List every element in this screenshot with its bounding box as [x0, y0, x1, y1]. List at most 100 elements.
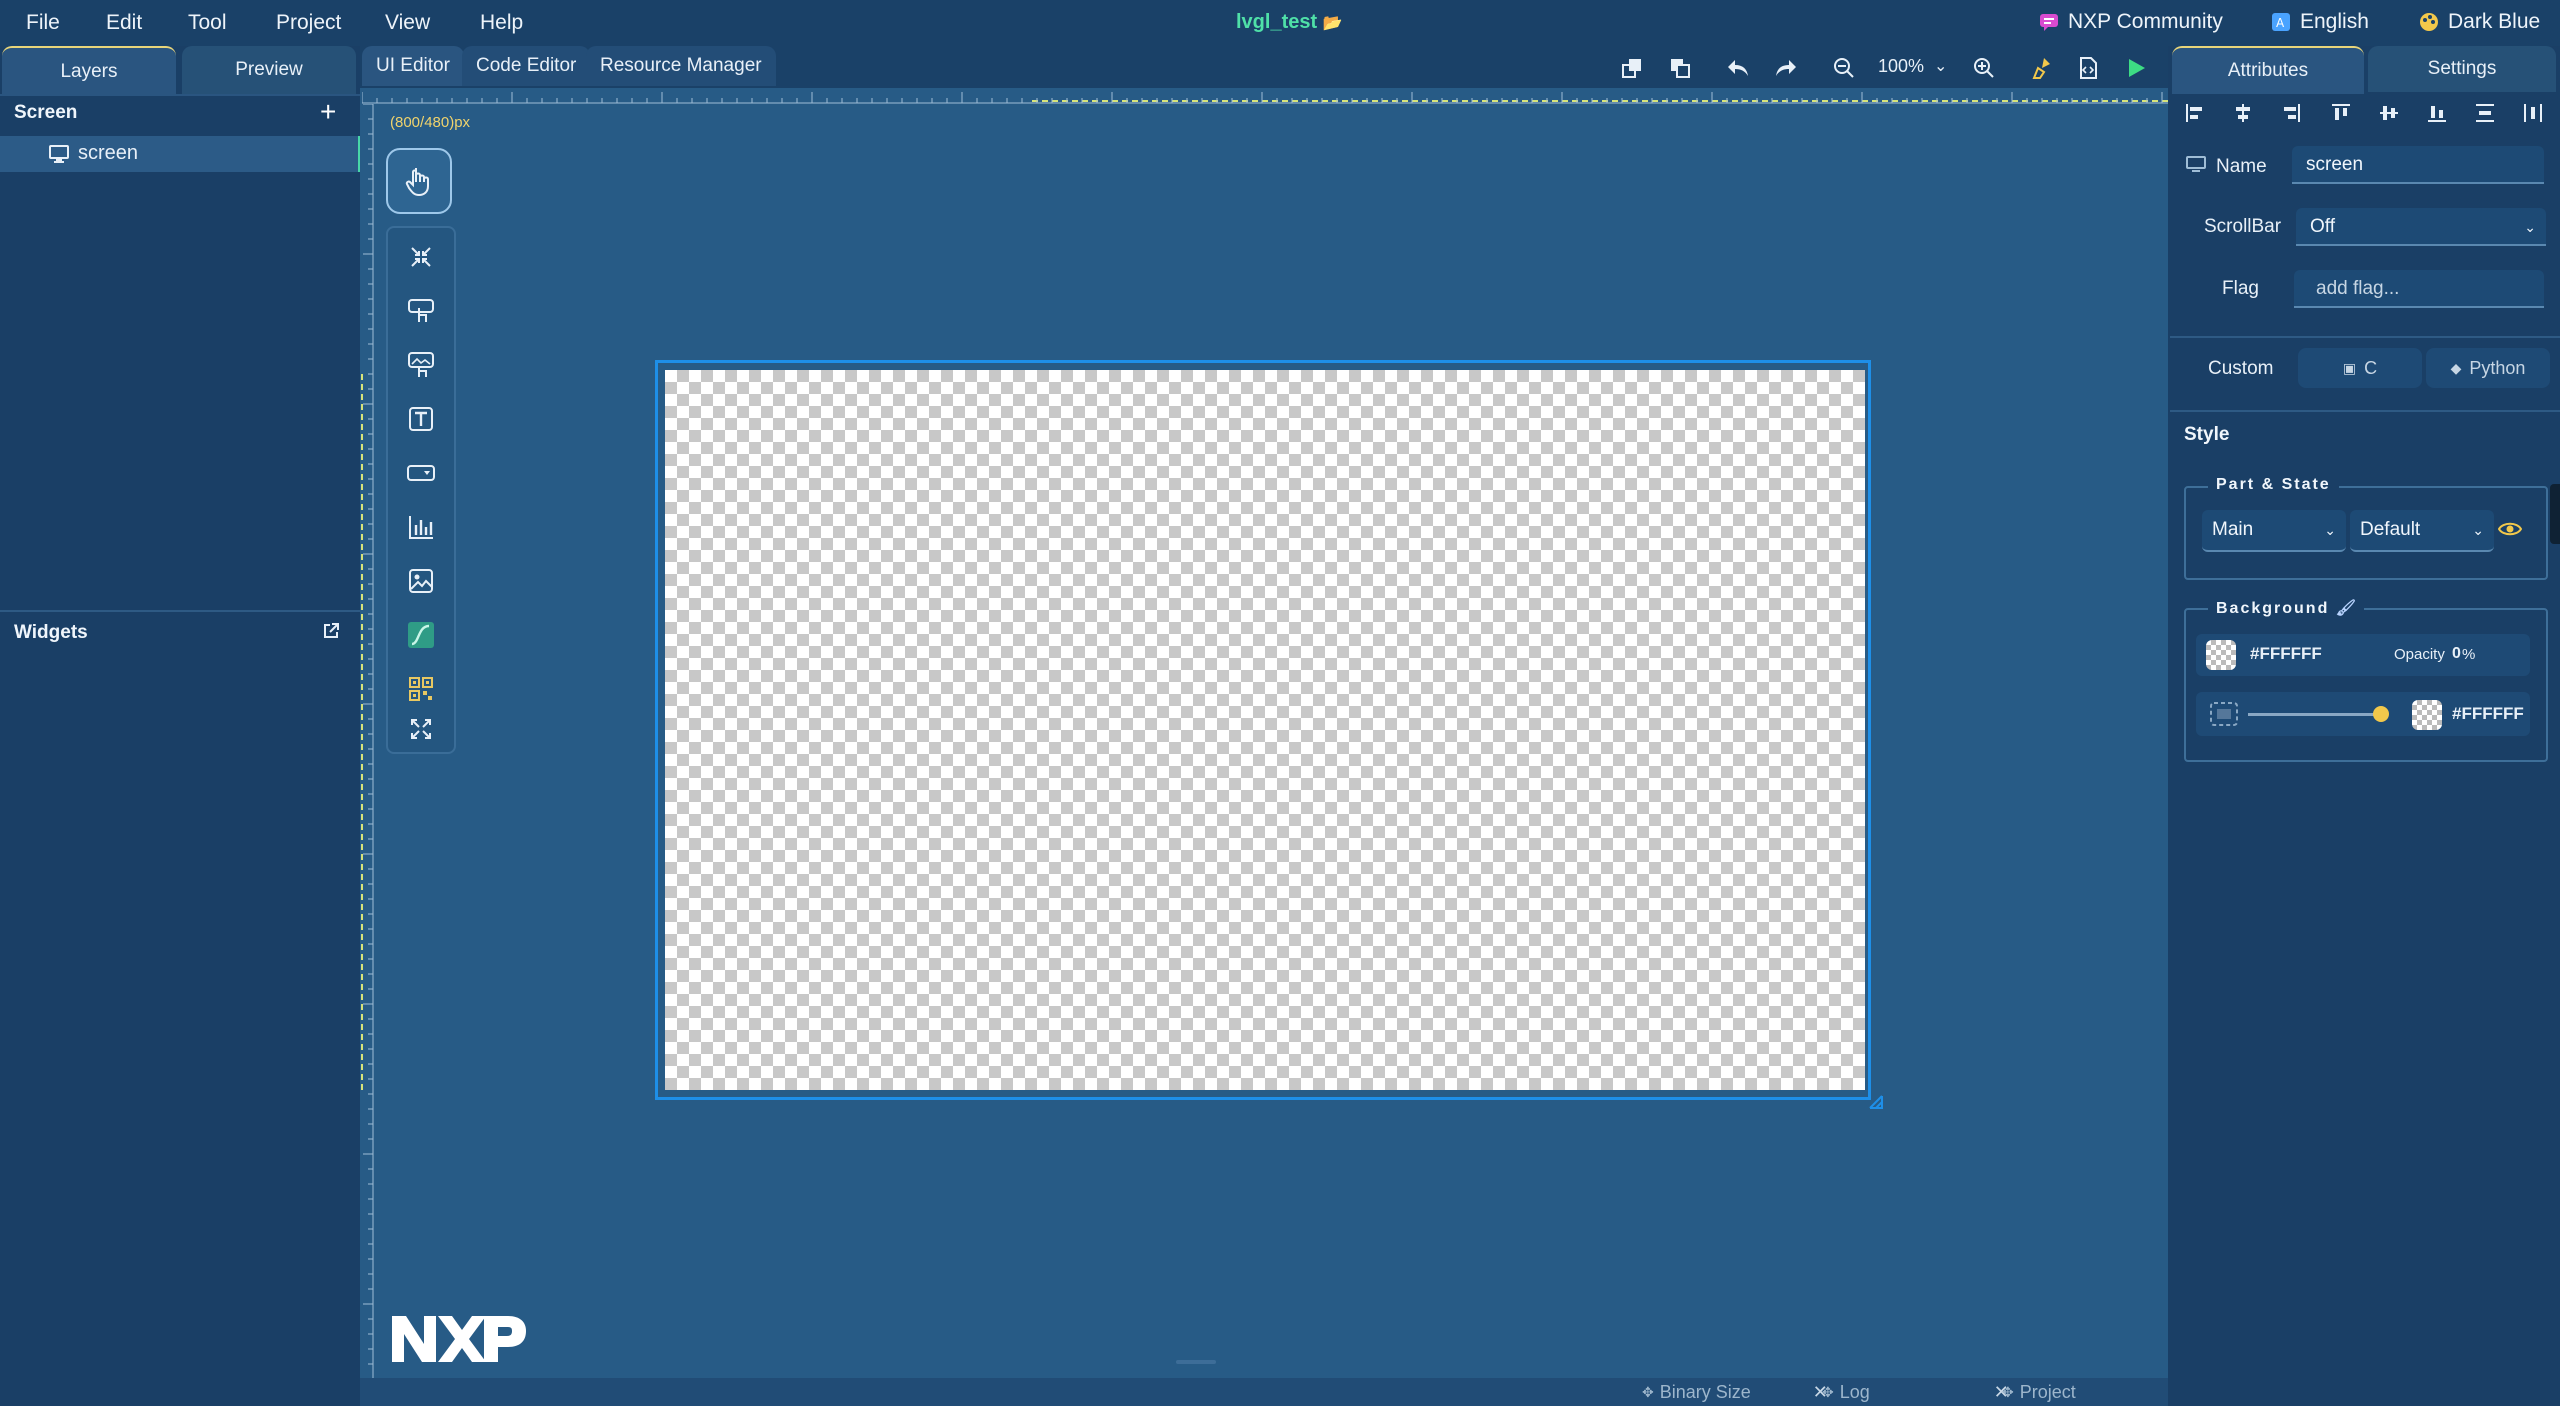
send-back-icon[interactable]: [1664, 52, 1696, 84]
theme-label: Dark Blue: [2448, 10, 2541, 33]
widgets-divider: [0, 610, 360, 612]
custom-c-button[interactable]: ▣ C: [2298, 348, 2422, 388]
left-panel: [0, 46, 360, 1406]
language-label: English: [2300, 10, 2369, 33]
side-collapse-handle[interactable]: [2550, 484, 2560, 544]
button-icon[interactable]: [404, 294, 438, 328]
bring-front-icon[interactable]: [1616, 52, 1648, 84]
zoom-level[interactable]: 100%: [1878, 56, 1924, 77]
nxp-logo: [388, 1310, 528, 1366]
name-field[interactable]: screen: [2292, 146, 2544, 184]
chart-icon[interactable]: [404, 510, 438, 544]
tab-log[interactable]: ✥ Log ✕: [1822, 1378, 2009, 1406]
bg-color-row[interactable]: #FFFFFF Opacity 0 %: [2196, 634, 2530, 676]
chevron-down-icon: ⌄: [2472, 522, 2484, 538]
clean-icon[interactable]: [2026, 52, 2058, 84]
align-middle-v-icon[interactable]: [2378, 102, 2400, 124]
undo-icon[interactable]: [1722, 52, 1754, 84]
zoom-out-icon[interactable]: [1828, 52, 1860, 84]
custom-label: Custom: [2208, 358, 2274, 379]
scrollbar-value: Off: [2310, 216, 2335, 237]
label-icon[interactable]: [404, 402, 438, 436]
expand-icon[interactable]: [404, 712, 438, 746]
tab-settings[interactable]: Settings: [2368, 46, 2556, 92]
tab-layers[interactable]: Layers: [2, 46, 176, 96]
nxp-community-label: NXP Community: [2068, 10, 2223, 33]
state-select[interactable]: Default ⌄: [2350, 510, 2494, 552]
name-label: Name: [2216, 156, 2267, 177]
flag-input[interactable]: add flag...: [2294, 270, 2544, 308]
background-legend-label: Background: [2216, 600, 2330, 617]
distribute-vertical-icon[interactable]: [2474, 102, 2496, 124]
bg-color-swatch[interactable]: [2206, 640, 2236, 670]
part-value: Main: [2212, 519, 2254, 540]
line-icon[interactable]: [404, 618, 438, 652]
folder-open-icon: 📂: [1322, 15, 1343, 32]
redo-icon[interactable]: [1770, 52, 1802, 84]
python-icon: ◆: [2450, 359, 2462, 376]
align-center-h-icon[interactable]: [2232, 102, 2254, 124]
chat-icon: [2040, 14, 2058, 31]
project-title: lvgl_test 📂: [1236, 11, 1343, 34]
menu-file[interactable]: File: [26, 11, 60, 35]
external-link-icon[interactable]: [322, 622, 340, 640]
nxp-community-link[interactable]: NXP Community: [2038, 10, 2223, 34]
divider: [2170, 336, 2560, 338]
tab-binary-size-label: Binary Size: [1659, 1382, 1751, 1402]
opacity-unit: %: [2462, 646, 2476, 663]
generate-code-icon[interactable]: [2072, 52, 2104, 84]
screen-canvas[interactable]: [665, 370, 1865, 1090]
add-screen-button[interactable]: +: [320, 96, 336, 128]
custom-python-label: Python: [2469, 357, 2526, 378]
image-button-icon[interactable]: [404, 348, 438, 382]
tab-code-editor[interactable]: Code Editor: [462, 46, 591, 86]
part-select[interactable]: Main ⌄: [2202, 510, 2346, 552]
resize-handle-icon[interactable]: [1868, 1094, 1884, 1110]
gradient-slider-thumb[interactable]: [2373, 706, 2389, 722]
drag-icon: ✥: [1642, 1384, 1654, 1400]
zoom-in-icon[interactable]: [1968, 52, 2000, 84]
align-top-icon[interactable]: [2330, 102, 2352, 124]
tab-preview[interactable]: Preview: [182, 46, 356, 94]
eye-icon[interactable]: [2498, 520, 2522, 538]
opacity-value[interactable]: 0: [2452, 645, 2461, 663]
panel-drag-handle[interactable]: [1176, 1360, 1216, 1364]
gradient-slider-track[interactable]: [2248, 713, 2388, 716]
chevron-down-icon: ⌄: [2324, 522, 2336, 538]
align-left-icon[interactable]: [2184, 102, 2206, 124]
menu-tool[interactable]: Tool: [188, 11, 227, 35]
qr-code-icon[interactable]: [404, 672, 438, 706]
menu-view[interactable]: View: [385, 11, 430, 35]
custom-c-label: C: [2364, 357, 2378, 378]
gradient-type-icon[interactable]: [2210, 702, 2238, 726]
language-selector[interactable]: A English: [2270, 10, 2369, 34]
tab-resource-manager[interactable]: Resource Manager: [586, 46, 776, 86]
gradient-row: #FFFFFF: [2196, 692, 2530, 736]
dropdown-icon[interactable]: [404, 456, 438, 490]
alignment-toolbar: [2170, 96, 2560, 130]
align-bottom-icon[interactable]: [2426, 102, 2448, 124]
pointer-icon: [405, 168, 429, 197]
chevron-down-icon[interactable]: ⌄: [1934, 56, 1947, 76]
image-icon[interactable]: [404, 564, 438, 598]
menu-help[interactable]: Help: [480, 11, 523, 35]
tab-ui-editor[interactable]: UI Editor: [362, 46, 464, 86]
tab-project[interactable]: ✥ Project ✕: [2002, 1378, 2183, 1406]
custom-python-button[interactable]: ◆ Python: [2426, 348, 2550, 388]
run-icon[interactable]: [2120, 52, 2152, 84]
tab-divider: [0, 94, 360, 96]
horizontal-ruler: [362, 92, 2168, 104]
part-state-legend: Part & State: [2208, 476, 2339, 494]
distribute-horizontal-icon[interactable]: [2522, 102, 2544, 124]
menu-project[interactable]: Project: [276, 11, 341, 35]
tab-binary-size[interactable]: ✥ Binary Size ✕: [1642, 1378, 1828, 1406]
menu-edit[interactable]: Edit: [106, 11, 142, 35]
align-right-icon[interactable]: [2280, 102, 2302, 124]
gradient-color-swatch[interactable]: [2412, 700, 2442, 730]
collapse-icon[interactable]: [404, 240, 438, 274]
layer-item-screen[interactable]: screen: [0, 136, 362, 172]
tab-attributes[interactable]: Attributes: [2172, 46, 2364, 94]
scrollbar-select[interactable]: Off ⌄: [2296, 208, 2546, 246]
theme-selector[interactable]: Dark Blue: [2418, 10, 2540, 34]
pointer-tool-button[interactable]: [386, 148, 452, 214]
